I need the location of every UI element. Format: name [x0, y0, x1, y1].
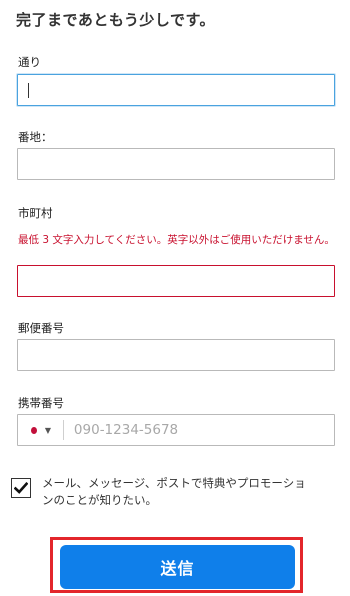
city-field[interactable] [17, 265, 335, 297]
city-input[interactable] [18, 266, 334, 296]
chevron-down-icon[interactable]: ▼ [45, 426, 51, 435]
city-label: 市町村 [18, 206, 53, 220]
consent-label: メール、メッセージ、ポストで特典やプロモーションのことが知りたい。 [42, 476, 306, 507]
phone-input[interactable] [63, 415, 334, 445]
city-error-message: 最低 3 文字入力してください。英字以外はご使用いただけません。 [18, 234, 335, 246]
street-field[interactable] [17, 74, 335, 106]
phone-label: 携帯番号 [18, 396, 64, 410]
street-input[interactable] [18, 75, 334, 105]
house-number-label: 番地： [18, 130, 53, 144]
submit-button[interactable]: 送信 [60, 545, 295, 589]
postal-code-field[interactable] [17, 339, 335, 371]
house-number-input[interactable] [18, 149, 334, 179]
text-caret [28, 83, 29, 98]
check-icon [14, 482, 28, 494]
japan-flag-icon[interactable] [31, 426, 37, 434]
postal-code-label: 郵便番号 [18, 321, 64, 335]
phone-field[interactable]: ▼ [17, 414, 335, 446]
house-number-field[interactable] [17, 148, 335, 180]
street-label: 通り [18, 55, 41, 69]
consent-checkbox[interactable] [11, 478, 31, 498]
postal-code-input[interactable] [18, 340, 334, 370]
page-title: 完了まであともう少しです。 [16, 11, 215, 29]
